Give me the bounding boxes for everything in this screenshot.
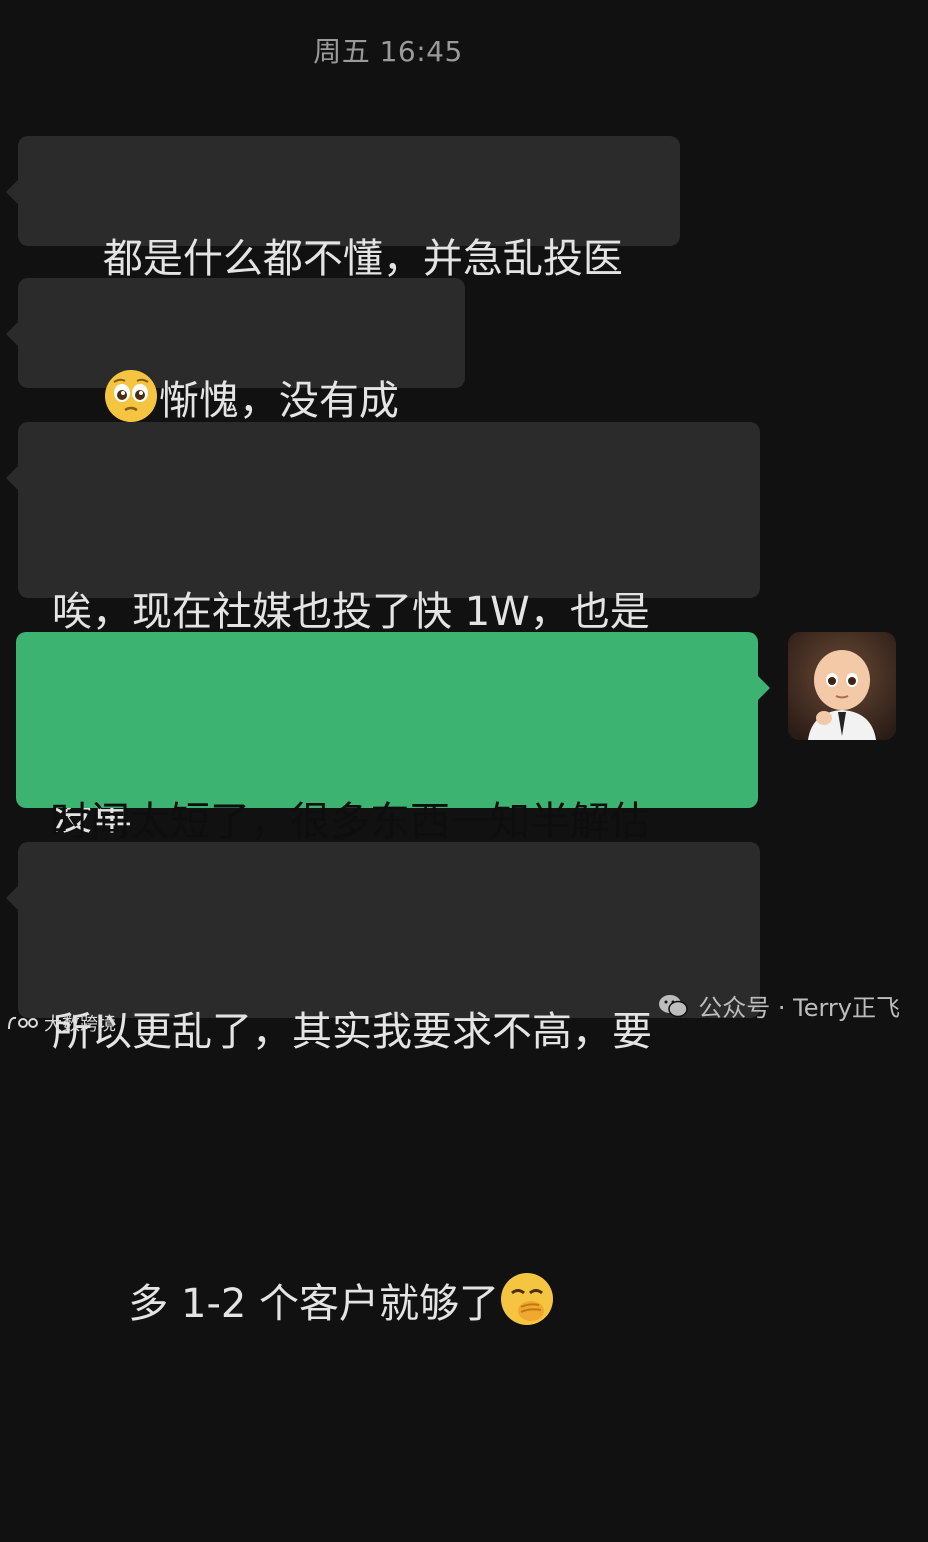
outgoing-message-bubble[interactable]: 时间太短了，很多东西一知半解估 计 — [16, 632, 770, 1049]
user-avatar[interactable] — [788, 632, 896, 740]
hand-over-mouth-face-icon — [501, 1273, 554, 1325]
watermark-right-text: 公众号 · Terry正飞 — [698, 994, 900, 1022]
incoming-message-bubble[interactable]: 唉，现在社媒也投了快 1W，也是 没单 — [6, 422, 760, 839]
incoming-message-bubble[interactable]: 都是什么都不懂，并急乱投医 — [6, 136, 680, 282]
pleading-face-icon — [104, 370, 157, 422]
message-text: 都是什么都不懂，并急乱投医 — [102, 236, 623, 282]
message-text: 多 1-2 个客户就够了 — [128, 1281, 500, 1327]
watermark-left-text: 大数跨境 — [44, 1014, 116, 1035]
message-timestamp: 周五 16:45 — [313, 35, 463, 68]
brand-logo-icon — [8, 1016, 38, 1030]
watermark-logo-left: 大数跨境 — [6, 1010, 116, 1036]
message-text-line: 所以更乱了，其实我要求不高，要 — [52, 1009, 652, 1055]
incoming-message-bubble[interactable]: 惭愧，没有成单 — [6, 278, 465, 492]
watermark-account: 公众号 · Terry正飞 — [658, 988, 900, 1023]
baby-avatar-icon — [788, 632, 896, 740]
wechat-icon — [659, 994, 688, 1017]
incoming-message-bubble[interactable]: 所以更乱了，其实我要求不高，要 多 1-2 个客户就够了 — [6, 842, 760, 1327]
message-text-line: 多 1-2 个客户就够了 — [52, 1202, 726, 1406]
